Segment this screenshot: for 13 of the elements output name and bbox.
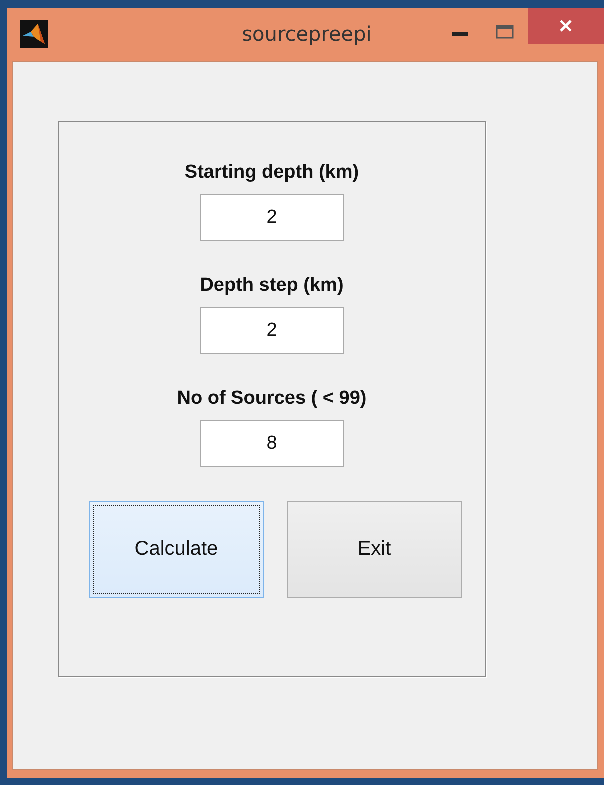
exit-button[interactable]: Exit	[287, 501, 462, 598]
field-label: Depth step (km)	[200, 275, 344, 297]
maximize-icon[interactable]	[496, 25, 514, 39]
field-label: No of Sources ( < 99)	[177, 388, 367, 410]
input-field[interactable]: 8	[200, 420, 344, 467]
input-field[interactable]: 2	[200, 307, 344, 354]
field-label: Starting depth (km)	[184, 162, 360, 184]
app-icon	[20, 20, 48, 48]
window-title: sourcepreepi	[241, 22, 373, 46]
calculate-button[interactable]: Calculate	[89, 501, 264, 598]
input-field[interactable]: 2	[200, 194, 344, 241]
close-icon	[559, 19, 573, 33]
close-button[interactable]	[528, 8, 604, 44]
